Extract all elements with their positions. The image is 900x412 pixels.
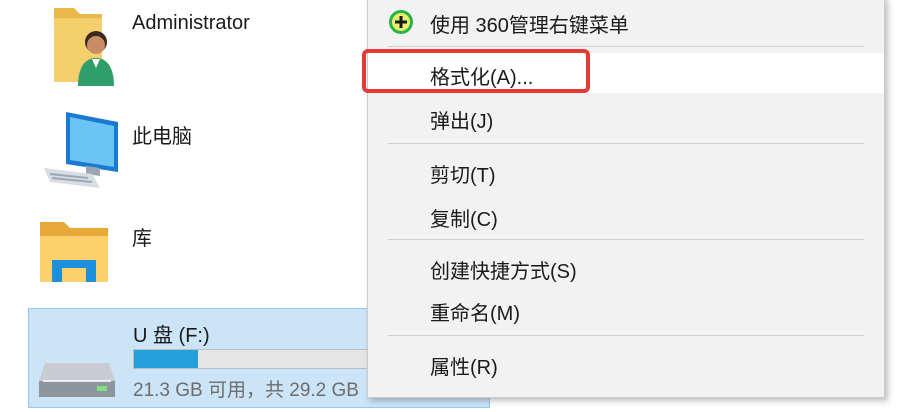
nav-item-label: Administrator	[132, 12, 250, 34]
nav-item-label: 此电脑	[132, 126, 192, 148]
menu-item-create-shortcut[interactable]: 创建快捷方式(S)	[368, 247, 884, 287]
menu-item-copy[interactable]: 复制(C)	[368, 195, 884, 235]
menu-item-eject[interactable]: 弹出(J)	[368, 97, 884, 137]
menu-item-label: 弹出(J)	[430, 111, 494, 133]
library-folder-icon	[40, 222, 108, 282]
user-folder-icon	[54, 8, 114, 86]
menu-item-360-manage[interactable]: 使用 360管理右键菜单	[368, 1, 884, 41]
menu-item-cut[interactable]: 剪切(T)	[368, 151, 884, 191]
nav-item-label: 库	[132, 228, 152, 250]
menu-item-label: 重命名(M)	[430, 303, 520, 325]
drive-usage-bar	[133, 349, 371, 369]
context-menu: 使用 360管理右键菜单 格式化(A)... 弹出(J) 剪切(T) 复制(C)…	[362, 0, 885, 398]
drive-label: U 盘 (F:)	[133, 325, 210, 347]
drive-free-space: 21.3 GB 可用，共 29.2 GB	[133, 380, 359, 401]
menu-item-properties[interactable]: 属性(R)	[368, 343, 884, 383]
menu-item-label: 使用 360管理右键菜单	[430, 15, 629, 37]
menu-item-label: 创建快捷方式(S)	[430, 261, 577, 283]
menu-item-rename[interactable]: 重命名(M)	[368, 289, 884, 329]
menu-separator	[388, 143, 864, 144]
computer-icon	[44, 112, 118, 188]
usb-drive-icon	[39, 363, 115, 397]
menu-item-label: 格式化(A)...	[430, 67, 534, 89]
menu-item-label: 剪切(T)	[430, 165, 496, 187]
360-plus-icon	[389, 10, 413, 34]
explorer-pane: Administrator 此电脑 库 U 盘 (F:) 21.3 GB 可用，…	[0, 0, 900, 412]
menu-separator	[388, 335, 864, 336]
menu-separator	[388, 46, 864, 47]
drive-usage-fill	[134, 350, 198, 368]
menu-separator	[388, 239, 864, 240]
menu-item-format[interactable]: 格式化(A)...	[362, 49, 884, 93]
menu-item-label: 复制(C)	[430, 209, 498, 231]
menu-item-label: 属性(R)	[430, 357, 498, 379]
